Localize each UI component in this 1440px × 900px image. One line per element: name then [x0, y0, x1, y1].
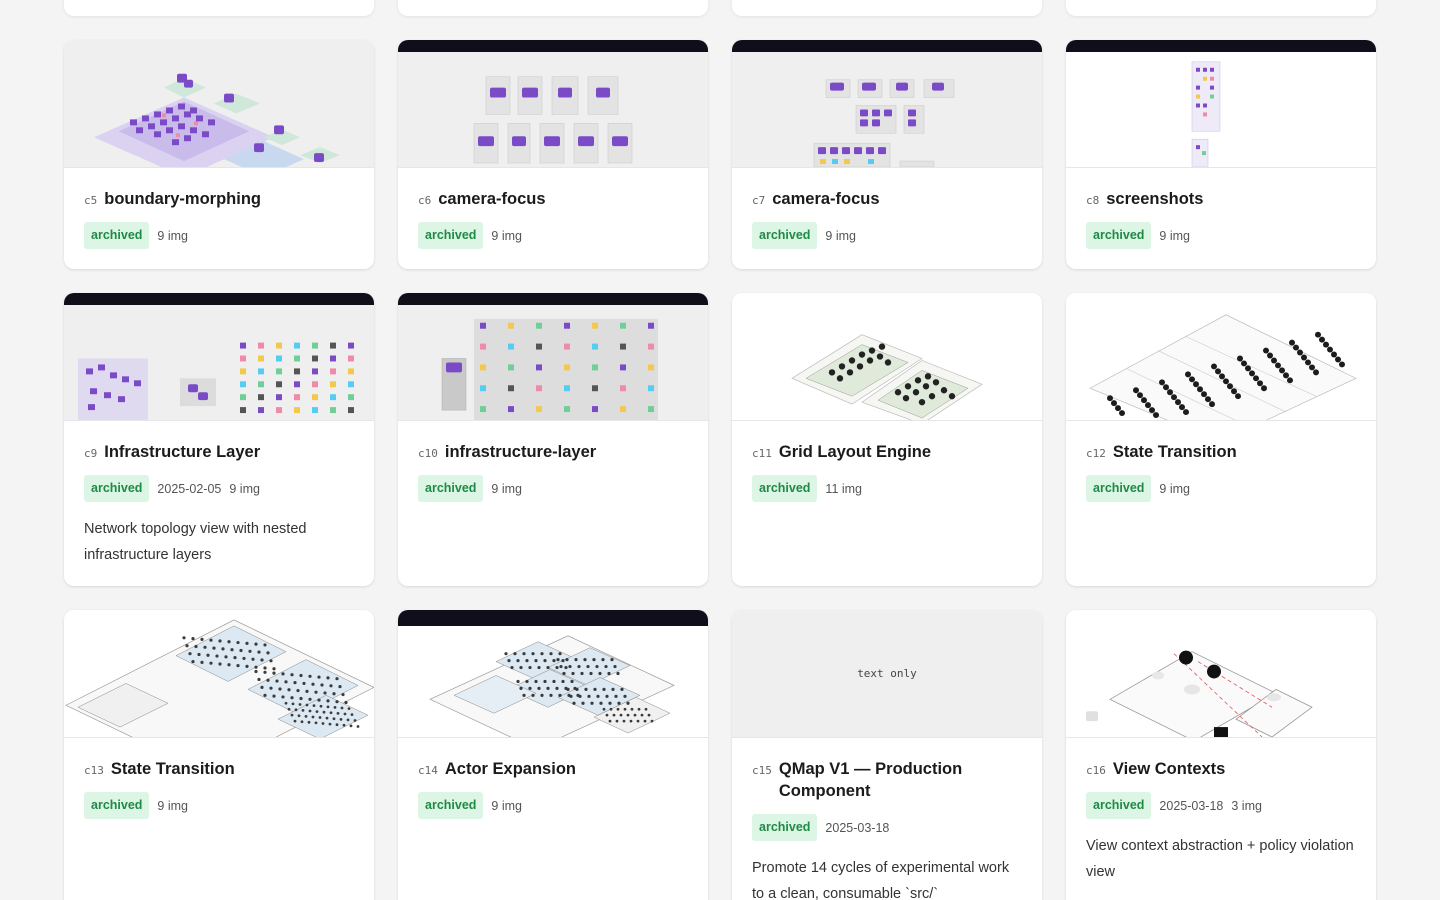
image-count: 9 img	[157, 798, 188, 813]
status-badge: archived	[1086, 222, 1152, 249]
cycle-card-c15[interactable]: text only c15 QMap V1 — Production Compo…	[732, 610, 1042, 900]
cycle-card-c16[interactable]: c16 View Contexts archived 2025-03-18 3 …	[1066, 610, 1376, 900]
card-id: c8	[1086, 194, 1100, 207]
image-count: 9 img	[229, 481, 260, 496]
status-badge: archived	[752, 814, 818, 841]
card-thumbnail	[1066, 40, 1376, 168]
card-title: QMap V1 — Production Component	[778, 760, 963, 800]
card-id: c12	[1086, 447, 1106, 460]
image-count: 11 img	[825, 481, 863, 496]
card-id: c16	[1086, 764, 1106, 777]
card-stub[interactable]	[64, 0, 374, 16]
card-id: c5	[84, 194, 98, 207]
card-description: View context abstraction + policy violat…	[1086, 838, 1354, 880]
card-id: c7	[752, 194, 766, 207]
card-thumbnail	[398, 610, 708, 738]
card-thumbnail	[64, 40, 374, 168]
cycle-card-c7[interactable]: c7 camera-focus archived 9 img	[732, 40, 1042, 269]
card-title: camera-focus	[438, 190, 546, 208]
card-stub[interactable]	[398, 0, 708, 16]
card-id: c10	[418, 447, 438, 460]
card-description: Network topology view with nested infras…	[84, 521, 307, 563]
thumbnail-placeholder: text only	[857, 667, 917, 680]
card-id: c6	[418, 194, 432, 207]
card-thumbnail	[64, 293, 374, 421]
image-count: 9 img	[491, 228, 522, 243]
image-count: 9 img	[825, 228, 856, 243]
card-title: screenshots	[1106, 190, 1204, 208]
card-description: Promote 14 cycles of experimental work t…	[752, 860, 1010, 900]
card-title: State Transition	[1112, 443, 1237, 461]
card-stub[interactable]	[1066, 0, 1376, 16]
cycle-card-c9[interactable]: c9 Infrastructure Layer archived 2025-02…	[64, 293, 374, 586]
card-thumbnail	[732, 40, 1042, 168]
card-title: Actor Expansion	[444, 760, 576, 778]
image-count: 9 img	[157, 228, 188, 243]
status-badge: archived	[1086, 792, 1152, 819]
cycle-card-c8[interactable]: c8 screenshots archived 9 img	[1066, 40, 1376, 269]
card-thumbnail	[398, 293, 708, 421]
image-count: 9 img	[491, 481, 522, 496]
card-thumbnail	[398, 40, 708, 168]
image-count: 9 img	[1159, 481, 1190, 496]
card-id: c13	[84, 764, 104, 777]
status-badge: archived	[418, 475, 484, 502]
card-date: 2025-02-05	[157, 481, 222, 496]
card-thumbnail	[732, 293, 1042, 421]
card-thumbnail	[64, 610, 374, 738]
cycle-card-c5[interactable]: c5 boundary-morphing archived 9 img	[64, 40, 374, 269]
card-title: State Transition	[110, 760, 235, 778]
card-id: c15	[752, 764, 772, 777]
status-badge: archived	[418, 792, 484, 819]
cycle-card-c6[interactable]: c6 camera-focus archived 9 img	[398, 40, 708, 269]
card-title: boundary-morphing	[104, 190, 261, 208]
card-title: Grid Layout Engine	[778, 443, 932, 461]
card-thumbnail	[1066, 293, 1376, 421]
image-count: 9 img	[1159, 228, 1190, 243]
card-title: Infrastructure Layer	[104, 443, 261, 461]
cycle-card-c14[interactable]: c14 Actor Expansion archived 9 img	[398, 610, 708, 900]
status-badge: archived	[84, 475, 150, 502]
card-thumbnail	[1066, 610, 1376, 738]
card-stub[interactable]	[732, 0, 1042, 16]
cycle-card-c10[interactable]: c10 infrastructure-layer archived 9 img	[398, 293, 708, 586]
cycle-card-grid: c5 boundary-morphing archived 9 img c6 c…	[64, 40, 1376, 900]
status-badge: archived	[1086, 475, 1152, 502]
status-badge: archived	[752, 222, 818, 249]
status-badge: archived	[84, 792, 150, 819]
card-id: c14	[418, 764, 438, 777]
card-date: 2025-03-18	[825, 820, 890, 835]
card-id: c11	[752, 447, 772, 460]
cycle-card-c12[interactable]: c12 State Transition archived 9 img	[1066, 293, 1376, 586]
cycle-card-c13[interactable]: c13 State Transition archived 9 img	[64, 610, 374, 900]
card-date: 2025-03-18	[1159, 798, 1224, 813]
status-badge: archived	[418, 222, 484, 249]
cycle-card-c11[interactable]: c11 Grid Layout Engine archived 11 img	[732, 293, 1042, 586]
status-badge: archived	[752, 475, 818, 502]
card-title: infrastructure-layer	[444, 443, 597, 461]
image-count: 3 img	[1231, 798, 1262, 813]
card-id: c9	[84, 447, 98, 460]
card-title: camera-focus	[772, 190, 880, 208]
card-thumbnail: text only	[732, 610, 1042, 738]
status-badge: archived	[84, 222, 150, 249]
image-count: 9 img	[491, 798, 522, 813]
card-title: View Contexts	[1112, 760, 1226, 778]
